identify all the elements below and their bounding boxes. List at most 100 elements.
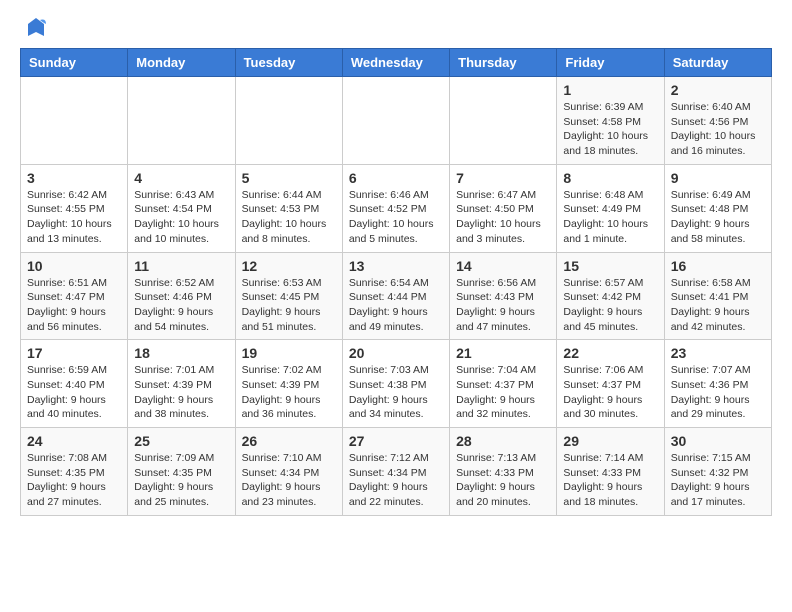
day-number: 23 [671, 345, 765, 361]
col-header-wednesday: Wednesday [342, 49, 449, 77]
day-info: Sunrise: 6:51 AM Sunset: 4:47 PM Dayligh… [27, 276, 121, 335]
day-number: 11 [134, 258, 228, 274]
day-number: 5 [242, 170, 336, 186]
day-info: Sunrise: 7:04 AM Sunset: 4:37 PM Dayligh… [456, 363, 550, 422]
calendar-cell [21, 77, 128, 165]
calendar-week-row: 1 Sunrise: 6:39 AM Sunset: 4:58 PM Daylig… [21, 77, 772, 165]
day-info: Sunrise: 7:15 AM Sunset: 4:32 PM Dayligh… [671, 451, 765, 510]
calendar-cell: 5 Sunrise: 6:44 AM Sunset: 4:53 PM Daylig… [235, 164, 342, 252]
day-number: 15 [563, 258, 657, 274]
calendar-cell: 9 Sunrise: 6:49 AM Sunset: 4:48 PM Daylig… [664, 164, 771, 252]
calendar-week-row: 24 Sunrise: 7:08 AM Sunset: 4:35 PM Dayli… [21, 428, 772, 516]
col-header-saturday: Saturday [664, 49, 771, 77]
day-number: 2 [671, 82, 765, 98]
day-number: 7 [456, 170, 550, 186]
day-info: Sunrise: 6:59 AM Sunset: 4:40 PM Dayligh… [27, 363, 121, 422]
calendar-cell: 30 Sunrise: 7:15 AM Sunset: 4:32 PM Dayli… [664, 428, 771, 516]
day-number: 17 [27, 345, 121, 361]
day-info: Sunrise: 7:08 AM Sunset: 4:35 PM Dayligh… [27, 451, 121, 510]
calendar-week-row: 3 Sunrise: 6:42 AM Sunset: 4:55 PM Daylig… [21, 164, 772, 252]
day-number: 27 [349, 433, 443, 449]
day-info: Sunrise: 6:52 AM Sunset: 4:46 PM Dayligh… [134, 276, 228, 335]
day-number: 18 [134, 345, 228, 361]
day-info: Sunrise: 7:09 AM Sunset: 4:35 PM Dayligh… [134, 451, 228, 510]
day-info: Sunrise: 6:43 AM Sunset: 4:54 PM Dayligh… [134, 188, 228, 247]
calendar-cell: 7 Sunrise: 6:47 AM Sunset: 4:50 PM Daylig… [450, 164, 557, 252]
day-info: Sunrise: 6:40 AM Sunset: 4:56 PM Dayligh… [671, 100, 765, 159]
calendar-cell: 24 Sunrise: 7:08 AM Sunset: 4:35 PM Dayli… [21, 428, 128, 516]
day-number: 29 [563, 433, 657, 449]
day-number: 12 [242, 258, 336, 274]
day-info: Sunrise: 7:01 AM Sunset: 4:39 PM Dayligh… [134, 363, 228, 422]
calendar-header-row: SundayMondayTuesdayWednesdayThursdayFrid… [21, 49, 772, 77]
calendar-cell [342, 77, 449, 165]
day-info: Sunrise: 7:10 AM Sunset: 4:34 PM Dayligh… [242, 451, 336, 510]
calendar-cell: 19 Sunrise: 7:02 AM Sunset: 4:39 PM Dayli… [235, 340, 342, 428]
day-number: 22 [563, 345, 657, 361]
calendar-cell [128, 77, 235, 165]
day-info: Sunrise: 7:06 AM Sunset: 4:37 PM Dayligh… [563, 363, 657, 422]
day-number: 3 [27, 170, 121, 186]
calendar-cell: 4 Sunrise: 6:43 AM Sunset: 4:54 PM Daylig… [128, 164, 235, 252]
day-number: 20 [349, 345, 443, 361]
day-info: Sunrise: 6:56 AM Sunset: 4:43 PM Dayligh… [456, 276, 550, 335]
day-info: Sunrise: 6:54 AM Sunset: 4:44 PM Dayligh… [349, 276, 443, 335]
calendar-cell: 8 Sunrise: 6:48 AM Sunset: 4:49 PM Daylig… [557, 164, 664, 252]
day-number: 1 [563, 82, 657, 98]
col-header-thursday: Thursday [450, 49, 557, 77]
calendar-cell: 23 Sunrise: 7:07 AM Sunset: 4:36 PM Dayli… [664, 340, 771, 428]
day-number: 25 [134, 433, 228, 449]
day-info: Sunrise: 6:57 AM Sunset: 4:42 PM Dayligh… [563, 276, 657, 335]
day-info: Sunrise: 6:44 AM Sunset: 4:53 PM Dayligh… [242, 188, 336, 247]
day-info: Sunrise: 6:53 AM Sunset: 4:45 PM Dayligh… [242, 276, 336, 335]
calendar-cell: 12 Sunrise: 6:53 AM Sunset: 4:45 PM Dayli… [235, 252, 342, 340]
calendar-week-row: 17 Sunrise: 6:59 AM Sunset: 4:40 PM Dayli… [21, 340, 772, 428]
calendar-cell: 15 Sunrise: 6:57 AM Sunset: 4:42 PM Dayli… [557, 252, 664, 340]
calendar-cell: 14 Sunrise: 6:56 AM Sunset: 4:43 PM Dayli… [450, 252, 557, 340]
day-info: Sunrise: 6:48 AM Sunset: 4:49 PM Dayligh… [563, 188, 657, 247]
calendar-cell: 11 Sunrise: 6:52 AM Sunset: 4:46 PM Dayli… [128, 252, 235, 340]
day-info: Sunrise: 7:14 AM Sunset: 4:33 PM Dayligh… [563, 451, 657, 510]
col-header-friday: Friday [557, 49, 664, 77]
col-header-monday: Monday [128, 49, 235, 77]
day-number: 14 [456, 258, 550, 274]
day-number: 28 [456, 433, 550, 449]
calendar-cell: 20Sunrise: 7:03 AM Sunset: 4:38 PM Dayli… [342, 340, 449, 428]
calendar-week-row: 10 Sunrise: 6:51 AM Sunset: 4:47 PM Dayli… [21, 252, 772, 340]
day-info: Sunrise: 6:58 AM Sunset: 4:41 PM Dayligh… [671, 276, 765, 335]
day-number: 9 [671, 170, 765, 186]
day-number: 4 [134, 170, 228, 186]
day-info: Sunrise: 6:49 AM Sunset: 4:48 PM Dayligh… [671, 188, 765, 247]
day-number: 10 [27, 258, 121, 274]
day-info: Sunrise: 7:07 AM Sunset: 4:36 PM Dayligh… [671, 363, 765, 422]
col-header-tuesday: Tuesday [235, 49, 342, 77]
day-info: Sunrise: 6:42 AM Sunset: 4:55 PM Dayligh… [27, 188, 121, 247]
day-info: Sunrise: 7:12 AM Sunset: 4:34 PM Dayligh… [349, 451, 443, 510]
day-number: 6 [349, 170, 443, 186]
day-number: 16 [671, 258, 765, 274]
calendar-cell: 6 Sunrise: 6:46 AM Sunset: 4:52 PM Daylig… [342, 164, 449, 252]
calendar-cell: 26Sunrise: 7:10 AM Sunset: 4:34 PM Dayli… [235, 428, 342, 516]
day-info: Sunrise: 6:39 AM Sunset: 4:58 PM Dayligh… [563, 100, 657, 159]
day-number: 30 [671, 433, 765, 449]
day-number: 19 [242, 345, 336, 361]
calendar-cell: 29 Sunrise: 7:14 AM Sunset: 4:33 PM Dayli… [557, 428, 664, 516]
day-info: Sunrise: 7:02 AM Sunset: 4:39 PM Dayligh… [242, 363, 336, 422]
day-number: 8 [563, 170, 657, 186]
calendar-cell [235, 77, 342, 165]
calendar-cell: 25 Sunrise: 7:09 AM Sunset: 4:35 PM Dayli… [128, 428, 235, 516]
calendar-cell: 28 Sunrise: 7:13 AM Sunset: 4:33 PM Dayli… [450, 428, 557, 516]
day-number: 24 [27, 433, 121, 449]
calendar-cell: 18 Sunrise: 7:01 AM Sunset: 4:39 PM Dayli… [128, 340, 235, 428]
calendar-cell: 1 Sunrise: 6:39 AM Sunset: 4:58 PM Daylig… [557, 77, 664, 165]
calendar-cell: 21Sunrise: 7:04 AM Sunset: 4:37 PM Dayli… [450, 340, 557, 428]
day-info: Sunrise: 6:46 AM Sunset: 4:52 PM Dayligh… [349, 188, 443, 247]
day-info: Sunrise: 6:47 AM Sunset: 4:50 PM Dayligh… [456, 188, 550, 247]
logo-icon [24, 16, 48, 40]
logo [20, 16, 48, 40]
calendar-cell: 13 Sunrise: 6:54 AM Sunset: 4:44 PM Dayli… [342, 252, 449, 340]
day-number: 13 [349, 258, 443, 274]
day-info: Sunrise: 7:13 AM Sunset: 4:33 PM Dayligh… [456, 451, 550, 510]
calendar-cell [450, 77, 557, 165]
calendar-cell: 16 Sunrise: 6:58 AM Sunset: 4:41 PM Dayli… [664, 252, 771, 340]
